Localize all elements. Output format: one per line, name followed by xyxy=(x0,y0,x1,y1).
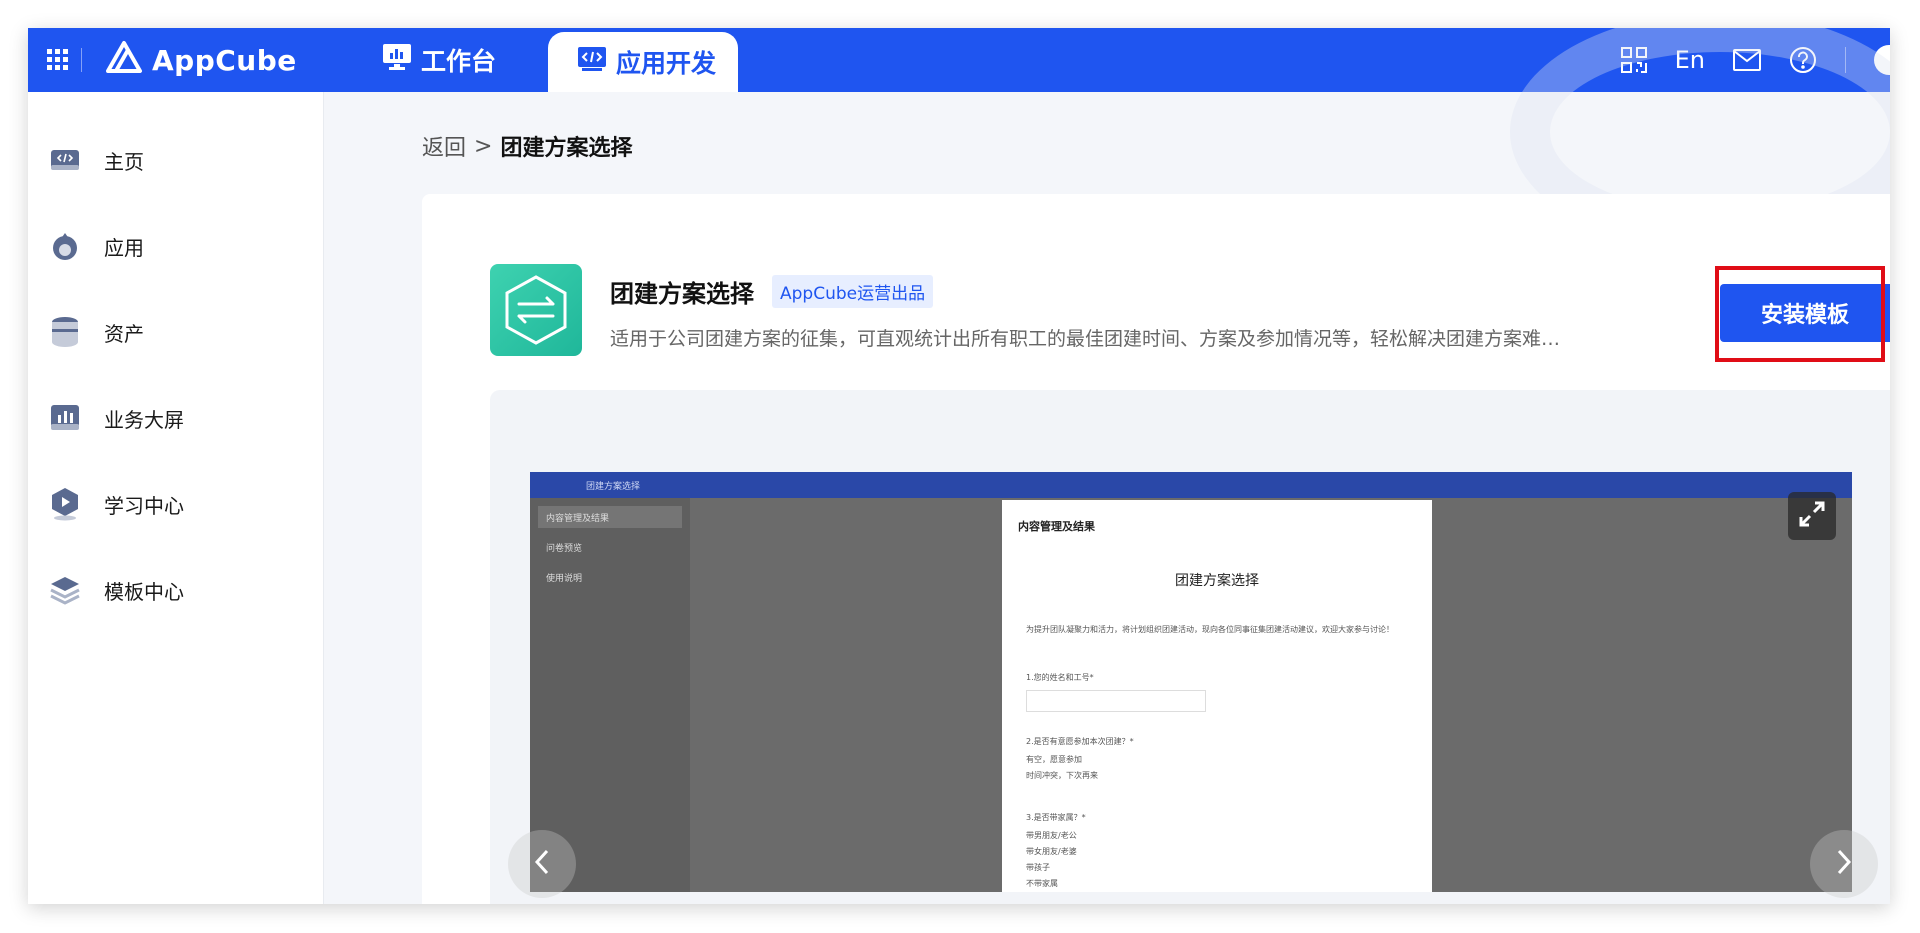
main-content: 返回 > 团建方案选择 团建方案选择 AppCube运营出品 适用于公司团建方案… xyxy=(324,28,1890,904)
template-app-icon xyxy=(490,264,582,356)
template-title: 团建方案选择 xyxy=(610,280,754,308)
tab-workbench-label: 工作台 xyxy=(421,47,497,76)
appcube-logo[interactable]: AppCube xyxy=(104,38,297,82)
database-icon xyxy=(48,315,82,349)
app-window: AppCube 工作台 应用开发 En 主页 应用 资产 业务大屏 学习中心 模… xyxy=(28,28,1890,904)
tab-app-development[interactable]: 应用开发 xyxy=(548,32,738,92)
breadcrumb: 返回 > 团建方案选择 xyxy=(422,130,632,162)
publisher-badge: AppCube运营出品 xyxy=(772,275,934,308)
sidebar-item-dashboard[interactable]: 业务大屏 xyxy=(48,396,184,440)
preview-sidebar-item: 使用说明 xyxy=(546,573,583,584)
app-grid-icon[interactable] xyxy=(38,40,78,80)
template-preview-carousel: 团建方案选择 内容管理及结果 问卷预览 使用说明 内容管理及结果 团建方案选择 … xyxy=(490,390,1890,904)
chevron-left-icon xyxy=(534,849,550,879)
chevron-right-icon xyxy=(1836,849,1852,879)
template-detail-card: 团建方案选择 AppCube运营出品 适用于公司团建方案的征集，可直观统计出所有… xyxy=(422,194,1890,904)
sidebar-item-templates[interactable]: 模板中心 xyxy=(48,568,184,612)
carousel-next-button[interactable] xyxy=(1810,830,1878,898)
chart-screen-icon xyxy=(48,401,82,435)
appcube-logo-icon xyxy=(104,40,144,80)
preview-modal-intro: 为提升团队凝聚力和活力，将计划组织团建活动，现向各位同事征集团建活动建议，欢迎大… xyxy=(1026,625,1394,634)
preview-topbar: 团建方案选择 xyxy=(530,472,1852,498)
breadcrumb-current: 团建方案选择 xyxy=(500,136,633,161)
expand-preview-button[interactable] xyxy=(1788,492,1836,540)
preview-option: 带男朋友/老公 xyxy=(1026,831,1077,840)
template-title-row: 团建方案选择 AppCube运营出品 xyxy=(610,274,934,309)
preview-input xyxy=(1026,690,1206,712)
learning-icon xyxy=(48,487,82,521)
preview-question: 3.是否带家属？* xyxy=(1026,813,1086,822)
preview-option: 时间冲突，下次再来 xyxy=(1026,771,1098,780)
sidebar-item-label: 资产 xyxy=(104,321,144,346)
sidebar: 主页 应用 资产 业务大屏 学习中心 模板中心 xyxy=(28,92,324,904)
sidebar-item-home[interactable]: 主页 xyxy=(48,138,144,182)
highlight-annotation-box xyxy=(1715,266,1885,362)
code-icon xyxy=(48,143,82,177)
preview-question: 1.您的姓名和工号* xyxy=(1026,673,1094,682)
logo-text: AppCube xyxy=(152,43,297,77)
breadcrumb-separator: > xyxy=(474,133,493,159)
preview-sidebar-item: 问卷预览 xyxy=(546,543,583,554)
tab-app-development-label: 应用开发 xyxy=(616,49,717,78)
preview-modal-header: 内容管理及结果 xyxy=(1018,520,1095,533)
sidebar-item-label: 应用 xyxy=(104,235,144,260)
layers-icon xyxy=(48,573,82,607)
sidebar-item-label: 主页 xyxy=(104,149,144,174)
monitor-icon xyxy=(383,44,411,76)
app-drop-icon xyxy=(48,229,82,263)
sidebar-item-label: 模板中心 xyxy=(104,579,184,604)
tab-workbench[interactable]: 工作台 xyxy=(383,28,496,92)
sidebar-item-assets[interactable]: 资产 xyxy=(48,310,144,354)
preview-option: 不带家属 xyxy=(1026,879,1058,888)
template-description: 适用于公司团建方案的征集，可直观统计出所有职工的最佳团建时间、方案及参加情况等，… xyxy=(610,328,1561,350)
preview-modal: 内容管理及结果 团建方案选择 为提升团队凝聚力和活力，将计划组织团建活动，现向各… xyxy=(1002,500,1432,892)
divider xyxy=(81,48,82,72)
expand-icon xyxy=(1797,499,1827,533)
preview-option: 带孩子 xyxy=(1026,863,1050,872)
preview-option: 带女朋友/老婆 xyxy=(1026,847,1077,856)
sidebar-item-label: 业务大屏 xyxy=(104,407,184,432)
preview-sidebar-item: 内容管理及结果 xyxy=(538,506,682,528)
sidebar-item-apps[interactable]: 应用 xyxy=(48,224,144,268)
preview-option: 有空，愿意参加 xyxy=(1026,755,1082,764)
carousel-prev-button[interactable] xyxy=(508,830,576,898)
preview-screenshot: 团建方案选择 内容管理及结果 问卷预览 使用说明 内容管理及结果 团建方案选择 … xyxy=(530,472,1852,892)
preview-app-title: 团建方案选择 xyxy=(586,482,641,492)
code-window-icon xyxy=(578,47,606,77)
sidebar-item-label: 学习中心 xyxy=(104,493,184,518)
preview-modal-title: 团建方案选择 xyxy=(1175,573,1259,589)
preview-question: 2.是否有意愿参加本次团建？* xyxy=(1026,737,1134,746)
breadcrumb-back-link[interactable]: 返回 xyxy=(422,130,466,162)
sidebar-item-learning[interactable]: 学习中心 xyxy=(48,482,184,526)
